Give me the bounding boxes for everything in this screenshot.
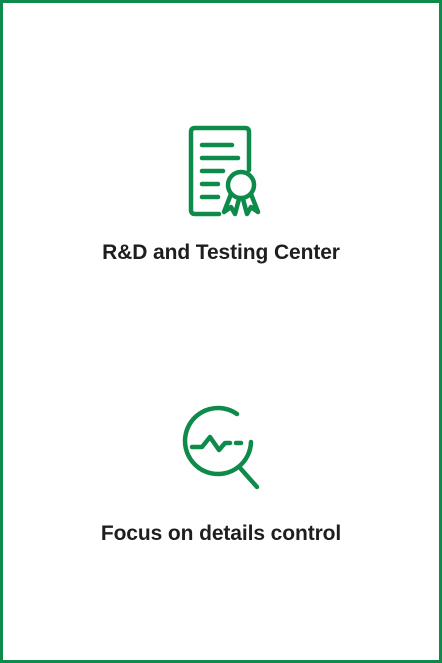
feature-details-control: Focus on details control [3,401,439,547]
feature-card: R&D and Testing Center Focus on details … [0,0,442,663]
feature-rd-testing: R&D and Testing Center [3,122,439,266]
feature-title: Focus on details control [100,522,342,545]
certificate-icon [188,125,261,217]
feature-title: R&D and Testing Center [102,241,340,264]
magnifier-trend-icon [182,405,260,490]
